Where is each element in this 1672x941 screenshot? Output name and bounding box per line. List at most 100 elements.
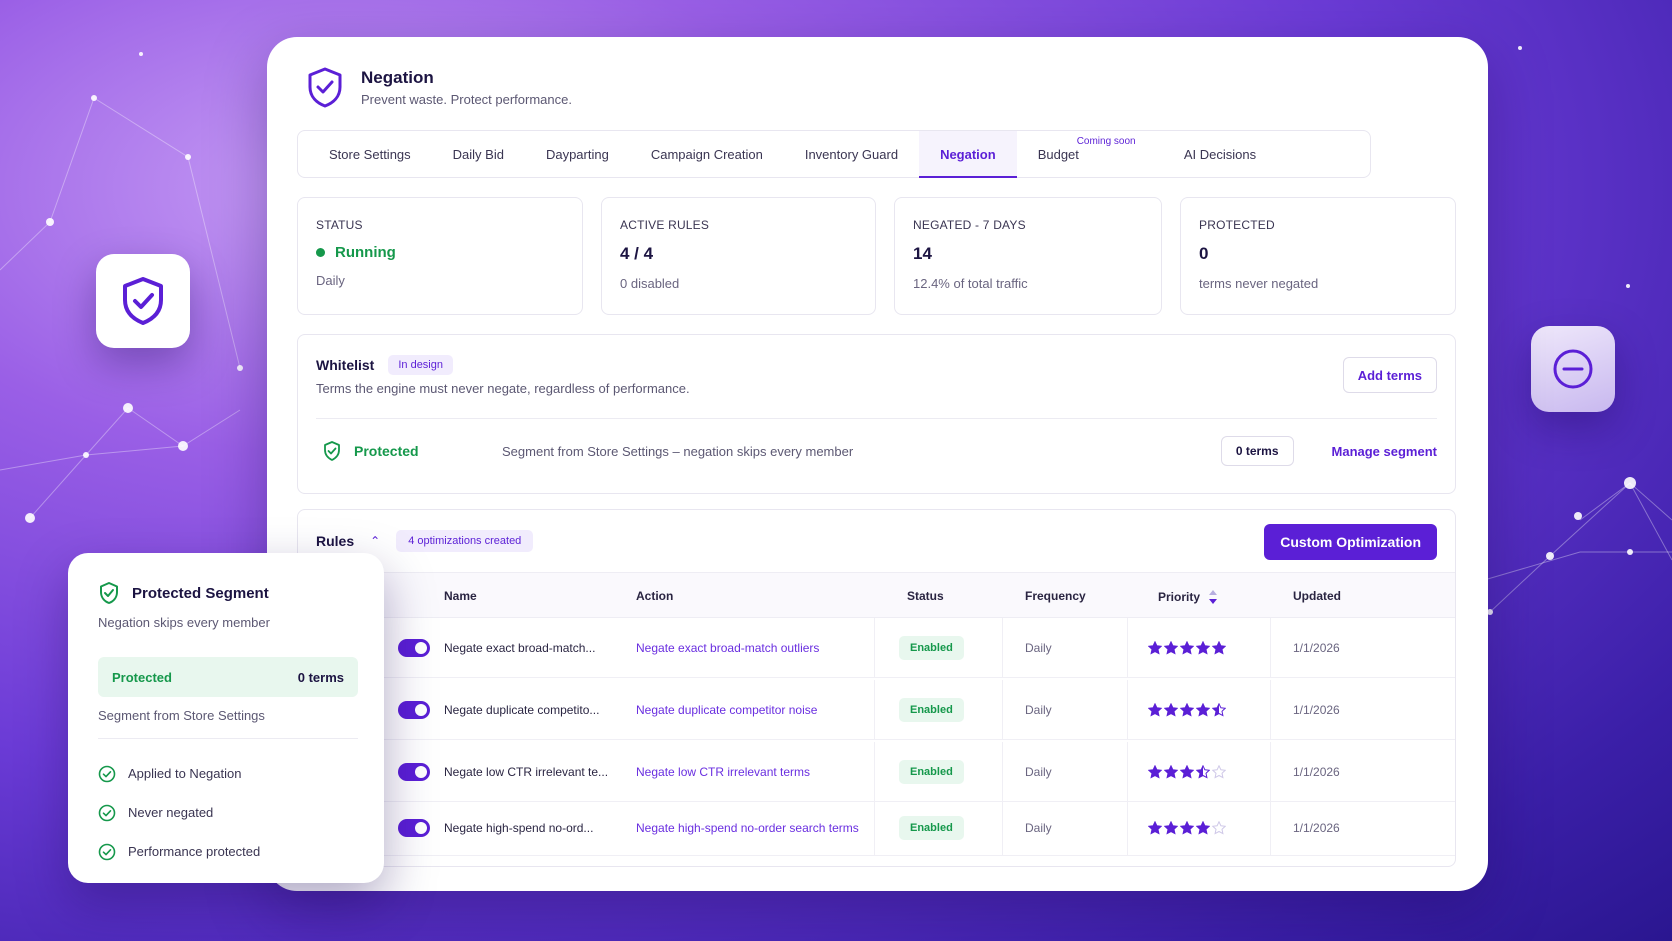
protected-segment-card: Protected Segment Negation skips every m… (68, 553, 384, 883)
protected-pill: Protected 0 terms (98, 657, 358, 697)
column-header-updated[interactable]: Updated (1293, 589, 1341, 603)
stat-card-active-rules: Active Rules 4 / 4 0 disabled (601, 197, 876, 315)
pill-terms: 0 terms (297, 669, 344, 685)
rule-action-cell: Negate exact broad-match outliers (636, 618, 819, 677)
stat-label: Active Rules (620, 218, 710, 232)
rule-action-link[interactable]: Negate duplicate competitor noise (636, 703, 817, 717)
sort-icon[interactable] (1208, 589, 1218, 605)
card-title: Protected Segment (132, 584, 269, 602)
card-subtitle: Negation skips every member (98, 615, 270, 630)
add-terms-button[interactable]: Add terms (1342, 357, 1437, 393)
star-filled-icon (1148, 640, 1162, 655)
tab-negation[interactable]: Negation (919, 131, 1017, 178)
manage-segment-link[interactable]: Manage segment (1332, 444, 1437, 459)
rule-action-link[interactable]: Negate low CTR irrelevant terms (636, 765, 810, 779)
star-filled-icon (1196, 640, 1210, 655)
status-badge: Enabled (899, 815, 964, 840)
star-filled-icon (1180, 764, 1194, 779)
column-divider (1270, 800, 1271, 855)
table-row: Negate low CTR irrelevant te... Negate lo… (298, 742, 1455, 802)
tab-ai-decisions[interactable]: AI Decisions (1163, 131, 1277, 177)
whitelist-header: Whitelist In design (316, 355, 453, 375)
rule-action-link[interactable]: Negate exact broad-match outliers (636, 641, 819, 655)
star-filled-icon (1148, 820, 1162, 835)
column-header-name[interactable]: Name (444, 589, 477, 603)
stats-row: Status Running Daily Active Rules 4 / 4 … (297, 197, 1456, 315)
page-header: Negation Prevent waste. Protect performa… (303, 65, 572, 109)
page-subtitle: Prevent waste. Protect performance. (361, 91, 572, 107)
rule-updated: 1/1/2026 (1293, 820, 1340, 835)
column-divider (1127, 680, 1128, 739)
column-header-status[interactable]: Status (907, 589, 944, 603)
status-badge: Enabled (899, 759, 964, 784)
column-header-priority[interactable]: Priority (1158, 589, 1218, 605)
chevron-up-icon[interactable]: ⌃ (370, 534, 380, 548)
terms-count-pill: 0 terms (1220, 436, 1294, 466)
star-rating[interactable] (1148, 764, 1226, 779)
column-header-action[interactable]: Action (636, 589, 673, 603)
rule-updated: 1/1/2026 (1293, 764, 1340, 779)
rule-updated: 1/1/2026 (1293, 702, 1340, 717)
stat-sub: Daily (316, 273, 345, 288)
rule-name[interactable]: Negate low CTR irrelevant te... (444, 742, 608, 801)
rule-toggle[interactable] (398, 762, 430, 781)
column-header-frequency[interactable]: Frequency (1025, 589, 1086, 603)
rule-frequency: Daily (1025, 640, 1052, 655)
toggle-cell (398, 742, 430, 801)
star-filled-icon (1164, 640, 1178, 655)
stat-label: Status (316, 218, 363, 232)
tab-daily-bid[interactable]: Daily Bid (432, 131, 525, 177)
priority-stars[interactable] (1148, 618, 1226, 677)
column-divider (1270, 680, 1271, 739)
rule-toggle[interactable] (398, 818, 430, 837)
floating-shield-tile (96, 254, 190, 348)
tab-inventory-guard[interactable]: Inventory Guard (784, 131, 919, 177)
column-divider (1127, 618, 1128, 677)
tab-budget[interactable]: Budget Coming soon (1017, 131, 1163, 177)
shield-check-icon (123, 277, 163, 325)
rule-toggle[interactable] (398, 638, 430, 657)
star-filled-icon (1180, 640, 1194, 655)
rule-name[interactable]: Negate duplicate competito... (444, 680, 599, 739)
whitelist-description: Terms the engine must never negate, rega… (316, 381, 690, 396)
column-divider (874, 742, 875, 801)
status-cell: Enabled (899, 618, 964, 677)
custom-optimization-button[interactable]: Custom Optimization (1264, 524, 1437, 560)
rule-name[interactable]: Negate exact broad-match... (444, 618, 595, 677)
coming-soon-badge: Coming soon (1076, 136, 1136, 147)
segment-source: Segment from Store Settings (98, 708, 265, 723)
rule-action-link[interactable]: Negate high-spend no-order search terms (636, 821, 859, 835)
rule-name[interactable]: Negate high-spend no-ord... (444, 800, 593, 855)
page-title: Negation (361, 67, 434, 87)
column-divider (1270, 742, 1271, 801)
star-rating[interactable] (1148, 820, 1226, 835)
column-divider (1127, 742, 1128, 801)
tab-dayparting[interactable]: Dayparting (525, 131, 630, 177)
check-item: Applied to Negation (98, 754, 260, 793)
divider (316, 418, 1437, 419)
shield-check-icon (324, 441, 340, 461)
star-filled-icon (1164, 820, 1178, 835)
column-divider (874, 618, 875, 677)
rule-toggle[interactable] (398, 700, 430, 719)
status-cell: Enabled (899, 742, 964, 801)
rule-frequency: Daily (1025, 702, 1052, 717)
tab-store-settings[interactable]: Store Settings (308, 131, 432, 177)
rule-action-cell: Negate duplicate competitor noise (636, 680, 817, 739)
priority-stars[interactable] (1148, 742, 1226, 801)
star-rating[interactable] (1148, 640, 1226, 655)
divider (98, 738, 358, 739)
minus-circle-icon (1553, 349, 1593, 389)
priority-stars[interactable] (1148, 680, 1226, 739)
shield-check-icon (308, 67, 342, 108)
priority-stars[interactable] (1148, 800, 1226, 855)
rule-frequency: Daily (1025, 820, 1052, 835)
column-divider (1002, 742, 1003, 801)
in-design-badge: In design (388, 355, 453, 375)
star-half-icon (1196, 764, 1210, 779)
stat-value: 4 / 4 (620, 244, 654, 263)
tab-campaign-creation[interactable]: Campaign Creation (630, 131, 784, 177)
star-rating[interactable] (1148, 702, 1226, 717)
floating-minus-tile (1531, 326, 1615, 412)
shield-check-icon (100, 582, 118, 604)
